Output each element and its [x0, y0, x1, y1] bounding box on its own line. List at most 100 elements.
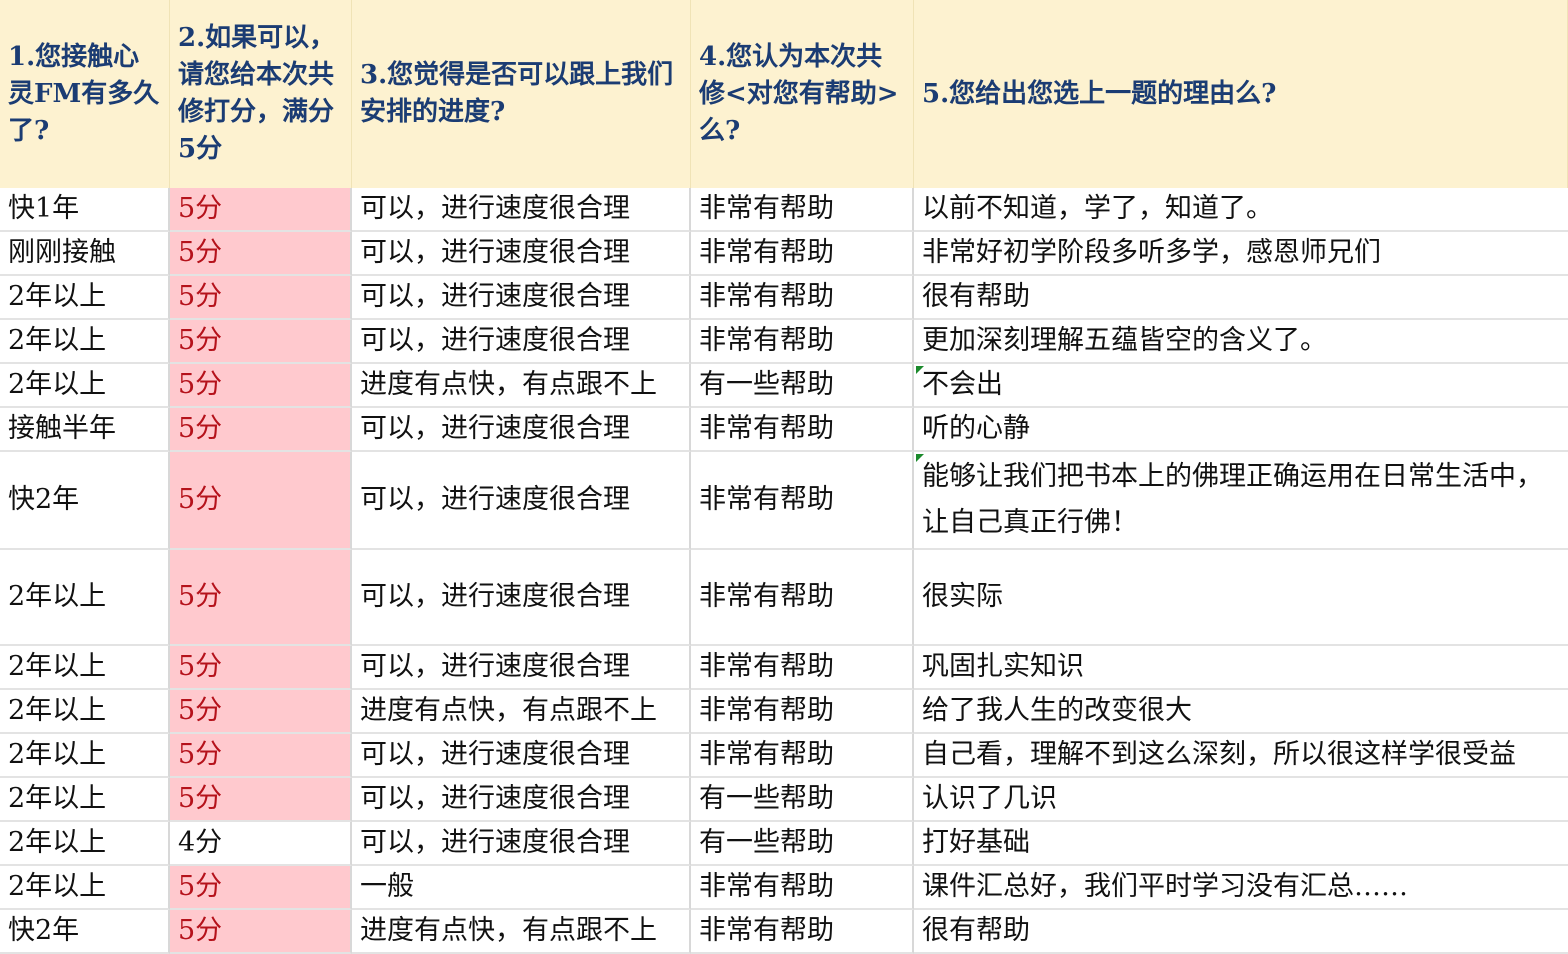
row-12-helpfulness[interactable]: 有一些帮助: [691, 778, 914, 822]
row-14-helpfulness[interactable]: 非常有帮助: [691, 866, 914, 910]
row-4-score[interactable]: 5分: [170, 320, 352, 364]
row-1-tenure[interactable]: 快1年: [0, 188, 170, 232]
row-2-helpfulness[interactable]: 非常有帮助: [691, 232, 914, 276]
row-12-score-text: 5分: [178, 783, 223, 814]
row-5-pace-text: 进度有点快，有点跟不上: [360, 369, 657, 400]
row-9-reason[interactable]: 巩固扎实知识: [914, 646, 1568, 690]
row-15-pace[interactable]: 进度有点快，有点跟不上: [352, 910, 691, 954]
row-2-score[interactable]: 5分: [170, 232, 352, 276]
row-10-reason[interactable]: 给了我人生的改变很大: [914, 690, 1568, 734]
row-9-helpfulness[interactable]: 非常有帮助: [691, 646, 914, 690]
row-14-reason[interactable]: 课件汇总好，我们平时学习没有汇总……: [914, 866, 1568, 910]
row-5-helpfulness[interactable]: 有一些帮助: [691, 364, 914, 408]
row-13-helpfulness[interactable]: 有一些帮助: [691, 822, 914, 866]
row-4-helpfulness-text: 非常有帮助: [699, 325, 834, 356]
row-12-tenure[interactable]: 2年以上: [0, 778, 170, 822]
row-8-score-text: 5分: [178, 581, 223, 612]
row-12-pace[interactable]: 可以，进行速度很合理: [352, 778, 691, 822]
row-3-helpfulness[interactable]: 非常有帮助: [691, 276, 914, 320]
row-10-helpfulness-text: 非常有帮助: [699, 695, 834, 726]
header-cell-2[interactable]: 2.如果可以，请您给本次共修打分，满分5分: [170, 0, 352, 188]
row-7-tenure-text: 快2年: [8, 484, 80, 515]
row-7-tenure[interactable]: 快2年: [0, 452, 170, 550]
row-2-score-text: 5分: [178, 237, 223, 268]
row-7-helpfulness[interactable]: 非常有帮助: [691, 452, 914, 550]
row-13-pace[interactable]: 可以，进行速度很合理: [352, 822, 691, 866]
row-3-score[interactable]: 5分: [170, 276, 352, 320]
row-6-tenure[interactable]: 接触半年: [0, 408, 170, 452]
row-1-score[interactable]: 5分: [170, 188, 352, 232]
header-cell-4[interactable]: 4.您认为本次共修<对您有帮助>么?: [691, 0, 914, 188]
row-10-pace[interactable]: 进度有点快，有点跟不上: [352, 690, 691, 734]
row-1-reason[interactable]: 以前不知道，学了，知道了。: [914, 188, 1568, 232]
row-15-reason-text: 很有帮助: [922, 915, 1030, 946]
row-8-helpfulness[interactable]: 非常有帮助: [691, 550, 914, 646]
row-5-tenure[interactable]: 2年以上: [0, 364, 170, 408]
row-4-pace[interactable]: 可以，进行速度很合理: [352, 320, 691, 364]
row-12-reason[interactable]: 认识了几识: [914, 778, 1568, 822]
row-3-reason[interactable]: 很有帮助: [914, 276, 1568, 320]
row-11-helpfulness[interactable]: 非常有帮助: [691, 734, 914, 778]
row-7-reason-text: 能够让我们把书本上的佛理正确运用在日常生活中，让自己真正行佛！: [922, 461, 1543, 538]
row-6-reason[interactable]: 听的心静: [914, 408, 1568, 452]
row-13-reason[interactable]: 打好基础: [914, 822, 1568, 866]
header-cell-1[interactable]: 1.您接触心灵FM有多久了?: [0, 0, 170, 188]
row-3-tenure-text: 2年以上: [8, 281, 107, 312]
row-9-score[interactable]: 5分: [170, 646, 352, 690]
row-5-reason[interactable]: 不会出: [914, 364, 1568, 408]
row-4-reason[interactable]: 更加深刻理解五蕴皆空的含义了。: [914, 320, 1568, 364]
row-11-pace[interactable]: 可以，进行速度很合理: [352, 734, 691, 778]
row-11-score[interactable]: 5分: [170, 734, 352, 778]
row-2-reason[interactable]: 非常好初学阶段多听多学，感恩师兄们: [914, 232, 1568, 276]
row-12-tenure-text: 2年以上: [8, 783, 107, 814]
row-10-score[interactable]: 5分: [170, 690, 352, 734]
row-15-helpfulness[interactable]: 非常有帮助: [691, 910, 914, 954]
row-1-pace[interactable]: 可以，进行速度很合理: [352, 188, 691, 232]
row-9-reason-text: 巩固扎实知识: [922, 651, 1084, 682]
row-12-reason-text: 认识了几识: [922, 783, 1057, 814]
row-9-pace[interactable]: 可以，进行速度很合理: [352, 646, 691, 690]
row-2-pace[interactable]: 可以，进行速度很合理: [352, 232, 691, 276]
row-6-pace[interactable]: 可以，进行速度很合理: [352, 408, 691, 452]
row-14-pace[interactable]: 一般: [352, 866, 691, 910]
row-13-tenure[interactable]: 2年以上: [0, 822, 170, 866]
row-9-tenure[interactable]: 2年以上: [0, 646, 170, 690]
row-6-score-text: 5分: [178, 413, 223, 444]
header-cell-1-text: 1.您接触心灵FM有多久了?: [8, 41, 160, 146]
row-7-score[interactable]: 5分: [170, 452, 352, 550]
row-5-pace[interactable]: 进度有点快，有点跟不上: [352, 364, 691, 408]
row-3-tenure[interactable]: 2年以上: [0, 276, 170, 320]
header-cell-3[interactable]: 3.您觉得是否可以跟上我们安排的进度?: [352, 0, 691, 188]
row-8-score[interactable]: 5分: [170, 550, 352, 646]
row-14-score[interactable]: 5分: [170, 866, 352, 910]
row-8-reason[interactable]: 很实际: [914, 550, 1568, 646]
row-4-helpfulness[interactable]: 非常有帮助: [691, 320, 914, 364]
row-8-reason-text: 很实际: [922, 581, 1003, 612]
row-5-score[interactable]: 5分: [170, 364, 352, 408]
row-1-tenure-text: 快1年: [8, 193, 80, 224]
row-3-pace[interactable]: 可以，进行速度很合理: [352, 276, 691, 320]
row-15-tenure[interactable]: 快2年: [0, 910, 170, 954]
row-12-score[interactable]: 5分: [170, 778, 352, 822]
row-8-pace[interactable]: 可以，进行速度很合理: [352, 550, 691, 646]
row-7-reason[interactable]: 能够让我们把书本上的佛理正确运用在日常生活中，让自己真正行佛！: [914, 452, 1568, 550]
header-cell-5[interactable]: 5.您给出您选上一题的理由么?: [914, 0, 1568, 188]
row-10-helpfulness[interactable]: 非常有帮助: [691, 690, 914, 734]
row-13-score[interactable]: 4分: [170, 822, 352, 866]
row-15-reason[interactable]: 很有帮助: [914, 910, 1568, 954]
row-4-tenure[interactable]: 2年以上: [0, 320, 170, 364]
row-11-reason[interactable]: 自己看，理解不到这么深刻，所以很这样学很受益: [914, 734, 1568, 778]
comment-marker-icon: [916, 454, 924, 462]
row-11-tenure[interactable]: 2年以上: [0, 734, 170, 778]
row-8-tenure[interactable]: 2年以上: [0, 550, 170, 646]
row-6-helpfulness[interactable]: 非常有帮助: [691, 408, 914, 452]
row-13-pace-text: 可以，进行速度很合理: [360, 827, 630, 858]
row-7-pace[interactable]: 可以，进行速度很合理: [352, 452, 691, 550]
row-15-score[interactable]: 5分: [170, 910, 352, 954]
row-10-tenure[interactable]: 2年以上: [0, 690, 170, 734]
row-5-tenure-text: 2年以上: [8, 369, 107, 400]
row-2-tenure[interactable]: 刚刚接触: [0, 232, 170, 276]
row-6-score[interactable]: 5分: [170, 408, 352, 452]
row-1-helpfulness[interactable]: 非常有帮助: [691, 188, 914, 232]
row-14-tenure[interactable]: 2年以上: [0, 866, 170, 910]
